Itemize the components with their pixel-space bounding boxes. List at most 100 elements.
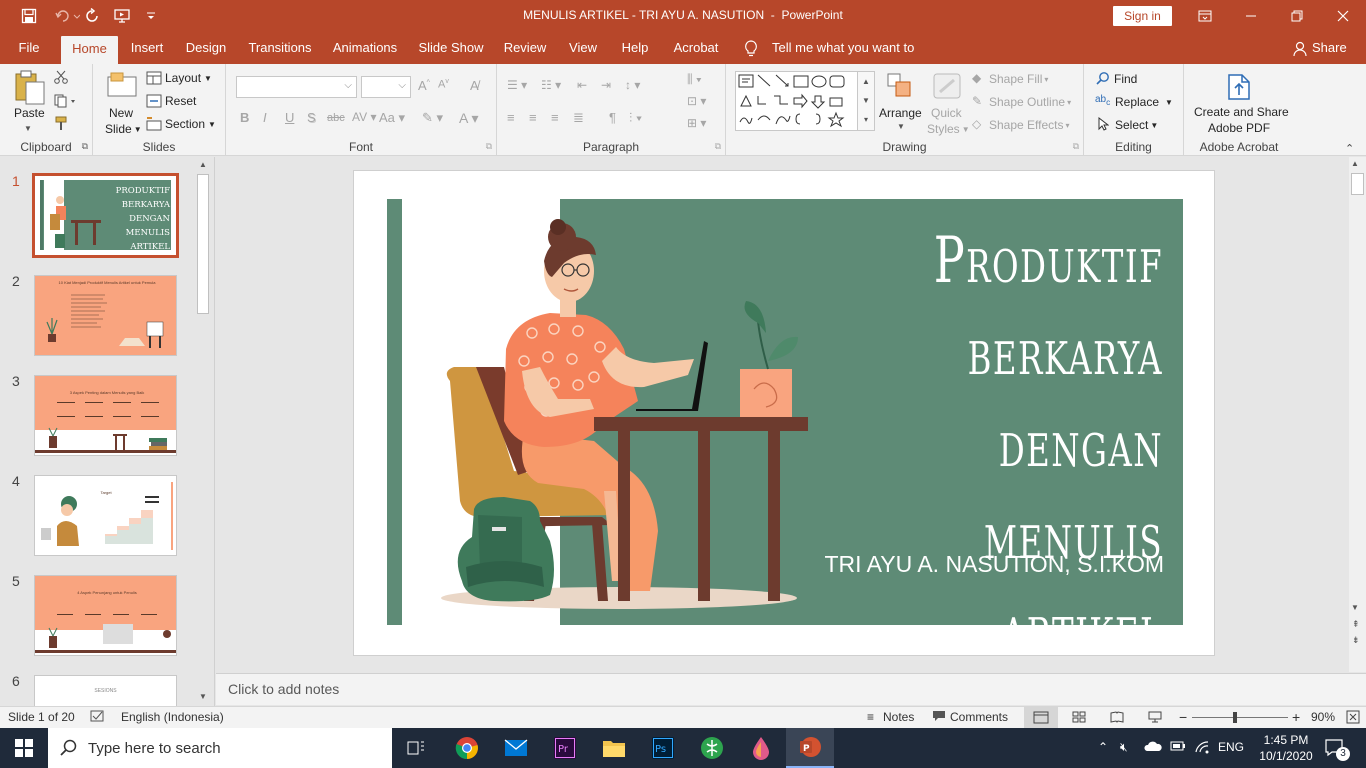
task-view-icon[interactable] <box>392 728 440 768</box>
copy-icon[interactable] <box>54 94 78 111</box>
reset-button[interactable]: Reset <box>165 94 196 108</box>
scroll-up-icon[interactable]: ▲ <box>1351 159 1359 168</box>
arrange-icon[interactable] <box>886 72 914 101</box>
paste-icon[interactable] <box>12 70 48 108</box>
align-text-icon[interactable]: ⊡ ▾ <box>687 94 706 108</box>
show-hidden-icons[interactable]: ⌃ <box>1098 740 1108 754</box>
tab-review[interactable]: Review <box>502 32 548 64</box>
tab-design[interactable]: Design <box>182 32 230 64</box>
scroll-thumb[interactable] <box>197 174 209 314</box>
drawing-launcher-icon[interactable]: ⧉ <box>1073 141 1079 152</box>
shapes-gallery-scroll[interactable]: ▲ ▼ ▾ <box>857 71 875 131</box>
taskbar-search-box[interactable]: Type here to search <box>48 728 392 768</box>
change-case-icon[interactable]: Aa ▾ <box>379 110 405 126</box>
premiere-pro-icon[interactable]: Pr <box>541 728 589 768</box>
new-slide-label[interactable]: New <box>109 106 133 120</box>
underline-icon[interactable]: U <box>285 110 294 125</box>
highlight-icon[interactable]: ✎ ▾ <box>422 110 443 126</box>
increase-font-icon[interactable]: A^ <box>418 78 430 93</box>
quick-styles-label-2[interactable]: Styles ▼ <box>927 122 970 136</box>
start-from-beginning-icon[interactable] <box>112 6 134 26</box>
app-green-icon[interactable] <box>688 728 736 768</box>
paste-button[interactable]: Paste <box>14 106 45 120</box>
create-share-pdf-button[interactable]: Create and Share <box>1194 105 1289 119</box>
slide-scrollbar[interactable]: ▲ ▼ ⇞ ⇟ <box>1349 157 1366 672</box>
volume-muted-icon[interactable]: 🔇︎ <box>1120 740 1128 755</box>
tab-insert[interactable]: Insert <box>126 32 168 64</box>
decrease-font-icon[interactable]: Av <box>438 78 449 91</box>
app-drop-icon[interactable] <box>737 728 785 768</box>
clear-formatting-icon[interactable]: A̸ <box>470 78 479 93</box>
font-launcher-icon[interactable]: ⧉ <box>486 141 492 152</box>
zoom-level[interactable]: 90% <box>1311 710 1335 724</box>
align-left-icon[interactable]: ≡ <box>507 110 515 125</box>
scroll-down-icon[interactable]: ▼ <box>1351 603 1359 612</box>
ribbon-display-icon[interactable] <box>1182 0 1228 32</box>
columns-icon[interactable]: ⫶ ▾ <box>629 110 642 126</box>
tab-transitions[interactable]: Transitions <box>246 32 314 64</box>
align-right-icon[interactable]: ≡ <box>551 110 559 125</box>
line-spacing-icon[interactable]: ↕ ▾ <box>625 78 640 92</box>
slide-title[interactable]: Produktif berkarya dengan menulis artike… <box>865 215 1163 675</box>
tab-file[interactable]: File <box>12 32 46 64</box>
normal-view-icon[interactable] <box>1024 707 1058 728</box>
undo-icon[interactable] <box>52 6 82 26</box>
thumbnail-slide-2[interactable]: 10 Kiat Menjadi Produktif Menulis Artike… <box>34 275 177 356</box>
collapse-ribbon-icon[interactable]: ⌃ <box>1345 142 1354 155</box>
notes-button[interactable]: Notes <box>883 710 914 724</box>
strikethrough-icon[interactable]: abc <box>327 112 345 124</box>
windows-start-icon[interactable] <box>0 728 48 768</box>
minimize-icon[interactable] <box>1228 0 1274 32</box>
file-explorer-icon[interactable] <box>590 728 638 768</box>
spell-check-icon[interactable] <box>90 709 104 726</box>
justify-icon[interactable]: ≣ <box>573 110 584 126</box>
cut-icon[interactable] <box>54 70 68 87</box>
powerpoint-taskbar-icon[interactable]: P <box>786 728 834 768</box>
chevron-down-icon[interactable]: ⌵ <box>398 80 406 91</box>
create-share-pdf-label-2[interactable]: Adobe PDF <box>1208 121 1270 135</box>
scroll-up-icon[interactable]: ▲ <box>196 160 210 172</box>
select-button[interactable]: Select ▼ <box>1115 118 1158 132</box>
photoshop-icon[interactable]: Ps <box>639 728 687 768</box>
next-slide-icon[interactable]: ⇟ <box>1352 635 1360 646</box>
increase-indent-icon[interactable]: ⇥ <box>601 78 611 92</box>
shape-effects-button[interactable]: Shape Effects ▾ <box>989 118 1070 132</box>
new-slide-label-2[interactable]: Slide ▼ <box>105 122 142 136</box>
tab-acrobat[interactable]: Acrobat <box>668 32 724 64</box>
paste-dropdown-icon[interactable]: ▼ <box>24 124 32 133</box>
thumbnail-slide-6[interactable]: SESIONS <box>34 675 177 706</box>
zoom-slider-thumb[interactable] <box>1233 712 1237 723</box>
thumbnail-slide-3[interactable]: 3 Aspek Penting dalam Menulis yang Baik <box>34 375 177 456</box>
wifi-icon[interactable] <box>1194 740 1210 757</box>
restore-icon[interactable] <box>1274 0 1320 32</box>
battery-icon[interactable] <box>1170 740 1186 755</box>
quick-styles-label[interactable]: Quick <box>931 106 962 120</box>
quick-styles-icon[interactable] <box>932 72 962 103</box>
bold-icon[interactable]: B <box>240 110 249 125</box>
clock[interactable]: 1:45 PM 10/1/2020 <box>1258 732 1314 764</box>
tab-slide-show[interactable]: Slide Show <box>416 32 486 64</box>
chevron-down-icon[interactable]: ⌵ <box>344 80 352 91</box>
mail-icon[interactable] <box>492 728 540 768</box>
thumbnail-slide-1[interactable]: PRODUKTIF BERKARYA DENGAN MENULIS ARTIKE… <box>32 173 179 258</box>
new-slide-dropdown-icon[interactable]: ▼ <box>134 125 142 134</box>
sign-in-button[interactable]: Sign in <box>1113 6 1172 26</box>
fit-to-window-icon[interactable] <box>1346 710 1360 727</box>
shape-fill-button[interactable]: Shape Fill ▾ <box>989 72 1048 86</box>
new-slide-icon[interactable] <box>106 72 138 101</box>
tab-view[interactable]: View <box>564 32 602 64</box>
section-button[interactable]: Section ▼ <box>165 117 216 131</box>
arrange-dropdown-icon[interactable]: ▼ <box>897 122 905 131</box>
arrange-button[interactable]: Arrange <box>879 106 922 120</box>
input-language[interactable]: ENG <box>1218 740 1244 754</box>
scroll-down-icon[interactable]: ▼ <box>196 692 210 704</box>
layout-button[interactable]: Layout ▼ <box>165 71 212 85</box>
language-indicator[interactable]: English (Indonesia) <box>121 710 224 724</box>
create-pdf-icon[interactable] <box>1226 73 1252 104</box>
scroll-thumb[interactable] <box>1351 173 1364 195</box>
current-slide[interactable]: Produktif berkarya dengan menulis artike… <box>353 170 1215 666</box>
smartart-icon[interactable]: ⊞ ▾ <box>687 116 706 130</box>
font-color-icon[interactable]: A ▾ <box>459 110 478 127</box>
text-direction-icon[interactable]: ⫼ ▾ <box>687 72 702 87</box>
numbering-icon[interactable]: ☷ ▾ <box>541 78 561 92</box>
